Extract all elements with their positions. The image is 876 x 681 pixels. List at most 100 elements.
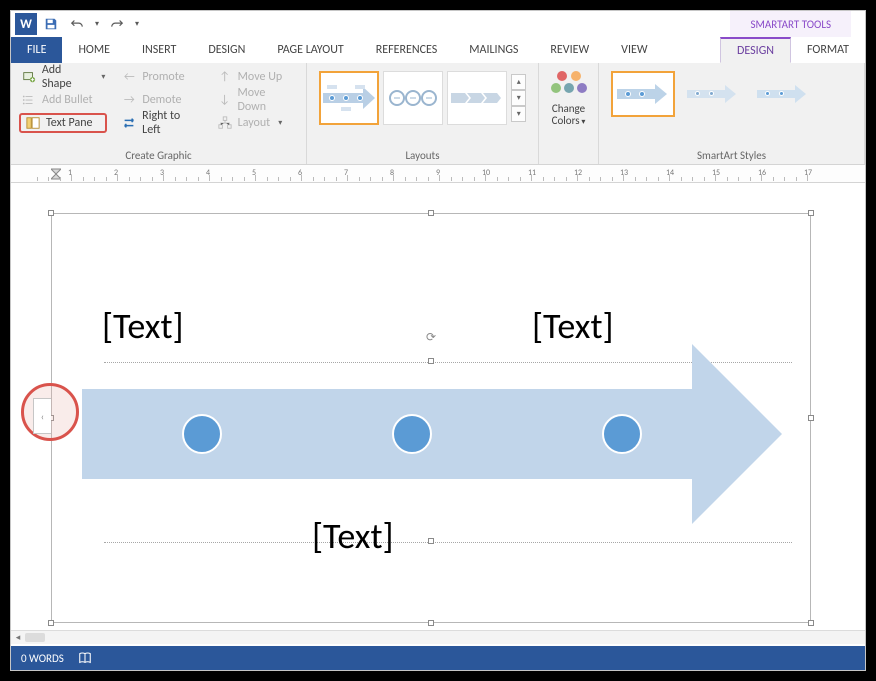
undo-dropdown[interactable]: ▾: [91, 13, 103, 35]
tab-view[interactable]: VIEW: [605, 37, 663, 63]
word-logo[interactable]: W: [15, 13, 37, 35]
scrollbar-thumb[interactable]: [25, 633, 45, 642]
quick-access-toolbar: W ▾ ▾: [11, 13, 143, 35]
add-shape-button[interactable]: Add Shape ▾: [19, 67, 107, 87]
resize-handle[interactable]: [428, 538, 434, 544]
resize-handle[interactable]: [808, 620, 814, 626]
resize-handle[interactable]: [808, 210, 814, 216]
resize-handle[interactable]: [428, 620, 434, 626]
style-option-2[interactable]: [681, 71, 745, 117]
color-swatches-icon: [551, 71, 587, 101]
text-placeholder-1[interactable]: [Text]: [102, 304, 184, 348]
add-shape-icon: [21, 69, 37, 85]
demote-label: Demote: [142, 93, 181, 107]
arrow-head: [692, 344, 782, 524]
change-colors-button[interactable]: Change Colors ▾: [551, 67, 587, 127]
right-to-left-button[interactable]: Right to Left: [119, 113, 202, 133]
process-arrow[interactable]: [82, 364, 782, 504]
rotate-handle[interactable]: ⟳: [424, 330, 438, 344]
process-node-2[interactable]: [392, 414, 432, 454]
right-to-left-label: Right to Left: [142, 109, 201, 137]
group-change-colors: Change Colors ▾: [539, 63, 599, 164]
text-pane-expand-tab[interactable]: ‹: [33, 398, 51, 434]
tab-review[interactable]: REVIEW: [534, 37, 605, 63]
ruler-number: 11: [528, 168, 536, 178]
layout-option-3[interactable]: [447, 71, 507, 125]
guide-line: [104, 542, 792, 543]
gallery-expand-icon[interactable]: ▾: [511, 106, 526, 122]
demote-button: → Demote: [119, 90, 202, 110]
ruler-number: 17: [804, 168, 812, 178]
word-count[interactable]: 0 WORDS: [21, 652, 64, 665]
undo-button[interactable]: [65, 13, 89, 35]
promote-button: ← Promote: [119, 67, 202, 87]
layout-icon: [217, 115, 233, 131]
undo-icon: [70, 17, 84, 31]
qat-customize[interactable]: ▾: [131, 13, 143, 35]
promote-label: Promote: [142, 70, 184, 84]
redo-button[interactable]: [105, 13, 129, 35]
text-placeholder-2[interactable]: [Text]: [532, 304, 614, 348]
horizontal-ruler[interactable]: 1234567891011121314151617: [11, 165, 865, 183]
layouts-gallery-scroll[interactable]: ▴ ▾ ▾: [511, 74, 526, 122]
resize-handle[interactable]: [428, 358, 434, 364]
smartart-object[interactable]: ⟳ [Text] [Text] [Text]: [51, 213, 811, 623]
add-bullet-button: Add Bullet: [19, 90, 107, 110]
add-bullet-label: Add Bullet: [42, 93, 93, 107]
change-colors-label-2: Colors: [552, 114, 580, 127]
tab-smartart-format[interactable]: FORMAT: [791, 37, 865, 63]
layout-option-2[interactable]: [383, 71, 443, 125]
add-shape-label: Add Shape: [42, 63, 94, 91]
text-placeholder-3[interactable]: [Text]: [312, 514, 394, 558]
resize-handle[interactable]: [808, 415, 814, 421]
demote-icon: →: [121, 92, 137, 108]
scroll-up-icon[interactable]: ▴: [511, 74, 526, 90]
text-pane-label: Text Pane: [46, 116, 93, 130]
resize-handle[interactable]: [48, 210, 54, 216]
group-create-graphic: Add Shape ▾ Add Bullet Text Pane ←: [11, 63, 307, 164]
title-bar: W ▾ ▾ SMARTART TOOLS: [11, 11, 865, 37]
ruler-number: 10: [482, 168, 490, 178]
ruler-number: 15: [712, 168, 720, 178]
ruler-number: 13: [620, 168, 628, 178]
resize-handle[interactable]: [428, 210, 434, 216]
app-window: W ▾ ▾ SMARTART TOOLS FILE HOME INSERT DE…: [10, 10, 866, 671]
resize-handle[interactable]: [48, 620, 54, 626]
status-bar: 0 WORDS: [11, 646, 865, 670]
tab-home[interactable]: HOME: [62, 37, 126, 63]
horizontal-scrollbar[interactable]: ◂: [11, 630, 865, 644]
spellcheck-button[interactable]: [78, 651, 92, 665]
word-count-label: 0 WORDS: [21, 652, 64, 665]
tab-page-layout[interactable]: PAGE LAYOUT: [261, 37, 359, 63]
save-icon: [44, 17, 58, 31]
save-button[interactable]: [39, 13, 63, 35]
promote-icon: ←: [121, 69, 137, 85]
text-pane-button[interactable]: Text Pane: [19, 113, 107, 133]
ribbon-tabs: FILE HOME INSERT DESIGN PAGE LAYOUT REFE…: [11, 37, 865, 63]
scroll-down-icon[interactable]: ▾: [511, 90, 526, 106]
add-bullet-icon: [21, 92, 37, 108]
tab-design[interactable]: DESIGN: [192, 37, 261, 63]
layout-option-1[interactable]: [319, 71, 379, 125]
document-canvas[interactable]: ‹ ⟳ [Text] [Text] [Text]: [11, 183, 865, 644]
process-node-3[interactable]: [602, 414, 642, 454]
tab-mailings[interactable]: MAILINGS: [453, 37, 534, 63]
style-option-3[interactable]: [751, 71, 815, 117]
tab-smartart-design[interactable]: DESIGN: [720, 37, 791, 63]
change-colors-label-1: Change: [552, 102, 585, 115]
tab-file[interactable]: FILE: [11, 37, 62, 63]
tab-insert[interactable]: INSERT: [126, 37, 192, 63]
right-to-left-icon: [121, 115, 137, 131]
move-up-label: Move Up: [238, 70, 283, 84]
move-down-label: Move Down: [238, 86, 296, 114]
group-label: SmartArt Styles: [599, 149, 864, 162]
ruler-number: 12: [574, 168, 582, 178]
layout-label: Layout: [238, 116, 271, 130]
scroll-left-icon[interactable]: ◂: [11, 631, 25, 644]
dropdown-icon: ▾: [101, 72, 105, 82]
style-option-1[interactable]: [611, 71, 675, 117]
process-node-1[interactable]: [182, 414, 222, 454]
move-up-icon: ↑: [217, 69, 233, 85]
tab-references[interactable]: REFERENCES: [360, 37, 454, 63]
move-down-icon: ↓: [217, 92, 233, 108]
